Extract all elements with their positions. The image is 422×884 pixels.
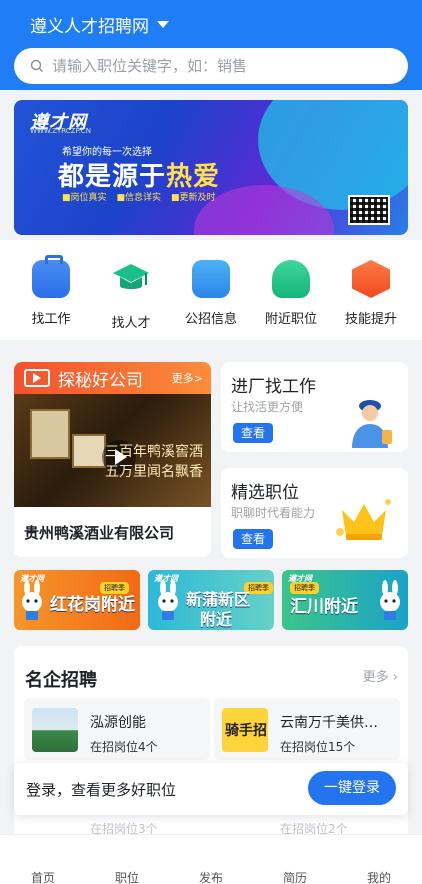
famous-companies-section: 名企招聘 更多 › 泓源创能 在招岗位4个 骑手招 云南万千美供… 在招岗位15… <box>14 646 408 846</box>
tab-publish[interactable]: 发布 <box>181 869 241 884</box>
quick-link-nearby-jobs[interactable]: 附近职位 <box>254 260 328 327</box>
quick-link-label: 附近职位 <box>264 312 317 327</box>
more-label: 更多 <box>362 670 389 685</box>
crown-icon <box>336 499 391 540</box>
search-input[interactable] <box>52 57 372 75</box>
banner-tags: ■岗位真实 ■信息详实 ■更新及时 <box>62 190 216 203</box>
quick-link-label: 公招信息 <box>184 312 237 327</box>
card-title: 精选职位 <box>231 483 299 503</box>
bunny-mascot-icon <box>380 580 400 620</box>
tab-home[interactable]: 首页 <box>13 869 73 884</box>
view-button[interactable]: 查看 <box>233 423 273 443</box>
banner-headline-b: 热爱 <box>166 162 221 192</box>
video-caption-line: 三百年鸭溪窖酒 <box>105 444 203 460</box>
briefcase-icon <box>32 255 70 298</box>
document-icon <box>192 260 230 298</box>
company-name: 泓源创能 <box>90 715 146 731</box>
featured-company-card[interactable]: 探秘好公司 更多> 三百年鸭溪窖酒 五万里闻名飘香 贵州鸭溪酒业有限公司 <box>14 362 211 557</box>
company-name: 云南万千美供… <box>280 715 378 731</box>
award-frame <box>72 434 106 468</box>
quick-link-label: 技能提升 <box>344 312 397 327</box>
area-banner-honghuagang[interactable]: 遵才网 招聘季 红花岗附近 <box>14 570 140 630</box>
quick-link-find-talent[interactable]: 找人才 <box>94 260 168 331</box>
quick-link-find-job[interactable]: 找工作 <box>14 255 88 327</box>
header: 遵义人才招聘网 <box>0 0 422 90</box>
login-prompt-text: 登录，查看更多好职位 <box>26 781 177 799</box>
card-title: 进厂找工作 <box>231 377 316 397</box>
promo-banner[interactable]: 遵才网 WWW.ZYRCZP.CN 希望你的每一次选择 都是源于热爱 ■岗位真实… <box>14 100 408 235</box>
banner-headline-a: 都是源于 <box>58 162 167 192</box>
tab-resume[interactable]: 简历 <box>265 869 325 884</box>
section-title: 名企招聘 <box>25 670 97 691</box>
company-video[interactable]: 三百年鸭溪窖酒 五万里闻名飘香 <box>14 394 211 507</box>
job-count: 在招岗位4个 <box>90 740 158 754</box>
featured-more-link[interactable]: 更多> <box>172 370 203 386</box>
banner-tag: ■更新及时 <box>171 193 216 203</box>
banner-logo-url: WWW.ZYRCZP.CN <box>30 127 91 135</box>
chevron-down-icon <box>157 21 169 28</box>
area-banner-xinpu[interactable]: 遵才网 招聘季 新蒲新区 附近 <box>148 570 274 630</box>
featured-header: 探秘好公司 更多> <box>14 362 211 394</box>
section-divider <box>0 340 422 354</box>
search-bar[interactable] <box>14 48 408 84</box>
area-text: 汇川附近 <box>290 597 358 617</box>
featured-title: 探秘好公司 <box>58 370 143 391</box>
bunny-mascot-icon <box>22 580 42 620</box>
selected-jobs-card[interactable]: 精选职位 职聊时代看能力 查看 <box>221 468 408 558</box>
video-caption-line: 五万里闻名飘香 <box>105 464 203 480</box>
card-subtitle: 让找活更方便 <box>231 400 304 414</box>
tab-jobs[interactable]: 职位 <box>97 869 157 884</box>
search-icon <box>30 59 43 72</box>
company-card[interactable]: 骑手招 云南万千美供… 在招岗位15个 <box>214 698 400 760</box>
city-selector[interactable]: 遵义人才招聘网 <box>30 12 169 37</box>
factory-jobs-card[interactable]: 进厂找工作 让找活更方便 查看 <box>221 362 408 452</box>
graduation-cap-icon <box>113 264 149 289</box>
quick-link-label: 找工作 <box>31 312 71 327</box>
location-person-icon <box>272 260 310 298</box>
company-logo-text: 骑手招 <box>225 723 267 739</box>
featured-company-name: 贵州鸭溪酒业有限公司 <box>24 524 175 542</box>
area-banner-huichuan[interactable]: 遵才网 招聘季 汇川附近 <box>282 570 408 630</box>
qr-code-icon <box>348 195 390 225</box>
tab-mine[interactable]: 我的 <box>349 869 409 884</box>
login-prompt: 登录，查看更多好职位 一键登录 <box>14 763 408 815</box>
video-icon <box>24 369 50 387</box>
banner-headline: 都是源于热爱 <box>58 156 220 193</box>
one-click-login-button[interactable]: 一键登录 <box>308 771 396 805</box>
company-card[interactable]: 泓源创能 在招岗位4个 <box>24 698 210 760</box>
bottom-tab-bar: 首页 职位 发布 简历 我的 <box>0 834 422 884</box>
company-logo: 骑手招 <box>222 708 268 752</box>
banner-tag: ■信息详实 <box>116 193 162 203</box>
quick-link-public-recruit[interactable]: 公招信息 <box>174 260 248 327</box>
more-link[interactable]: 更多 › <box>363 666 398 685</box>
video-caption: 三百年鸭溪窖酒 五万里闻名飘香 <box>105 442 203 482</box>
worker-illustration-icon <box>352 400 392 448</box>
award-frame <box>30 409 70 459</box>
card-subtitle: 职聊时代看能力 <box>231 506 316 520</box>
skill-hexagon-icon <box>352 260 390 298</box>
city-label: 遵义人才招聘网 <box>30 17 149 37</box>
banner-tag: ■岗位真实 <box>62 193 107 203</box>
chevron-right-icon: › <box>392 670 398 685</box>
area-banners: 遵才网 招聘季 红花岗附近 遵才网 招聘季 新蒲新区 附近 遵才网 招聘季 汇川… <box>14 570 408 630</box>
view-button[interactable]: 查看 <box>233 529 273 549</box>
company-logo <box>32 708 78 752</box>
job-count: 在招岗位15个 <box>280 740 356 754</box>
area-text: 红花岗附近 <box>50 595 135 615</box>
area-text: 附近 <box>200 610 233 629</box>
bunny-mascot-icon <box>158 580 178 620</box>
quick-link-label: 找人才 <box>111 316 151 331</box>
quick-link-skills[interactable]: 技能提升 <box>334 260 408 327</box>
quick-links: 找工作 找人才 公招信息 附近职位 技能提升 <box>0 240 422 340</box>
